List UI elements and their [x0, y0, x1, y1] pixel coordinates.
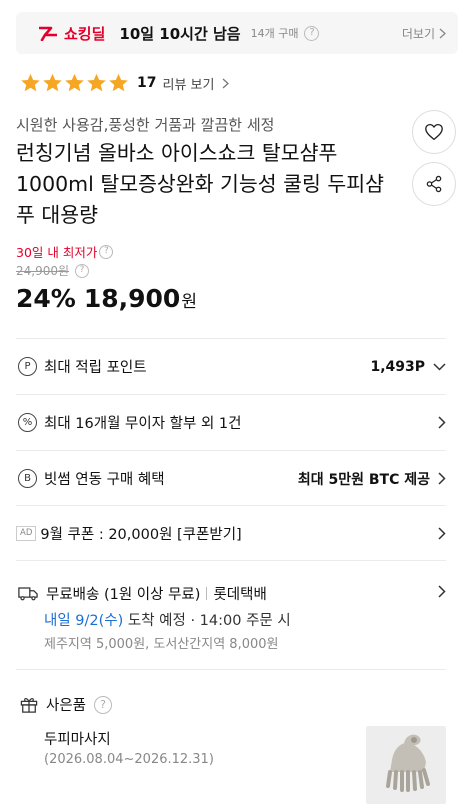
percent-icon: % — [18, 413, 37, 432]
chevron-down-icon — [433, 362, 446, 371]
shipping-label: 무료배송 (1원 이상 무료) — [46, 587, 201, 603]
chevron-right-icon — [438, 416, 446, 429]
star-rating — [20, 73, 129, 93]
shipping-courier: 롯데택배 — [213, 587, 267, 603]
deal-banner[interactable]: 쇼킹딜 10일 10시간 남음 14개 구매 ? 더보기 — [16, 12, 458, 54]
benefit-row-coupon[interactable]: AD 9월 쿠폰 : 20,000원 [쿠폰받기] — [16, 505, 446, 561]
gift-period: (2026.08.04~2026.12.31) — [44, 752, 214, 767]
deal-more-button[interactable]: 더보기 — [402, 25, 446, 42]
discount-rate: 24% — [16, 284, 76, 313]
chevron-right-icon — [438, 527, 446, 540]
benefit-row-points[interactable]: P 최대 적립 포인트 1,493P — [16, 338, 446, 394]
help-icon[interactable]: ? — [75, 263, 90, 278]
gift-image — [366, 726, 446, 804]
star-icon — [43, 73, 62, 92]
star-icon — [65, 73, 84, 92]
lowest-price-text: 30일 내 최저가 — [16, 245, 98, 260]
review-count: 17 — [137, 75, 157, 91]
share-button[interactable] — [412, 162, 456, 206]
point-icon: P — [18, 357, 37, 376]
sale-price-value: 18,900 — [83, 284, 181, 313]
shipping-extra-fee-note: 제주지역 5,000원, 도서산간지역 8,000원 — [44, 637, 279, 652]
product-subtitle: 시원한 사용감,풍성한 거품과 깔끔한 세정 — [16, 116, 275, 134]
share-icon — [426, 175, 442, 193]
star-icon — [109, 73, 128, 92]
benefit-row-installment[interactable]: % 최대 16개월 무이자 할부 외 1건 — [16, 394, 446, 450]
deal-purchase-count: 14개 구매 — [250, 27, 299, 40]
scalp-massager-image — [386, 734, 430, 792]
help-icon[interactable]: ? — [99, 244, 114, 259]
original-price-value: 24,900원 — [16, 264, 70, 278]
gift-icon — [20, 698, 38, 713]
chevron-right-icon — [438, 472, 446, 485]
chevron-right-icon — [223, 78, 230, 88]
benefit-value: 1,493P — [370, 358, 425, 375]
benefit-value: 최대 5만원 BTC 제공 — [297, 471, 430, 488]
deal-name: 쇼킹딜 — [64, 24, 106, 43]
gift-title: 사은품 — [46, 698, 87, 714]
original-price: 24,900원 ? — [16, 262, 90, 279]
benefit-label: 최대 적립 포인트 — [44, 360, 147, 376]
deal-logo: 쇼킹딜 — [38, 23, 105, 44]
benefit-row-bithumb[interactable]: B 빗썸 연동 구매 혜택 최대 5만원 BTC 제공 — [16, 450, 446, 506]
delivery-estimate: 내일 9/2(수) 도착 예정 · 14:00 주문 시 — [44, 609, 291, 630]
help-icon[interactable]: ? — [94, 695, 113, 714]
wishlist-button[interactable] — [412, 110, 456, 154]
gift-header: 사은품 ? — [20, 694, 446, 715]
product-title: 런칭기념 올바소 아이스쇼크 탈모샴푸 1000ml 탈모증상완화 기능성 쿨링… — [16, 141, 384, 227]
shipping-line: 무료배송 (1원 이상 무료) 롯데택배 — [18, 583, 267, 604]
heart-icon — [425, 123, 443, 141]
benefit-label: 최대 16개월 무이자 할부 외 1건 — [44, 416, 242, 432]
delivery-arrival: 도착 예정 · 14:00 주문 시 — [123, 613, 291, 629]
lowest-price-label: 30일 내 최저가 ? — [16, 242, 114, 261]
price-unit: 원 — [181, 292, 197, 312]
benefit-label: 빗썸 연동 구매 혜택 — [44, 472, 165, 488]
gift-name: 두피마사지 — [44, 732, 111, 748]
gift-section: 사은품 ? 두피마사지 (2026.08.04~2026.12.31) — [16, 690, 446, 804]
chevron-right-icon — [438, 585, 446, 598]
help-icon[interactable]: ? — [304, 25, 320, 41]
deal-more-label: 더보기 — [401, 26, 435, 41]
rating-summary[interactable]: 17 리뷰 보기 — [20, 72, 230, 94]
truck-icon — [18, 587, 38, 601]
deal-logo-icon — [39, 26, 57, 41]
divider — [206, 587, 208, 600]
chevron-right-icon — [439, 28, 446, 38]
deal-time-left: 10일 10시간 남음 — [119, 24, 241, 43]
benefit-label: 9월 쿠폰 : 20,000원 [쿠폰받기] — [40, 527, 242, 543]
bitcoin-icon: B — [18, 469, 37, 488]
ad-icon: AD — [16, 526, 37, 541]
shipping-info[interactable]: 무료배송 (1원 이상 무료) 롯데택배 내일 9/2(수) 도착 예정 · 1… — [16, 560, 446, 670]
review-link-label[interactable]: 리뷰 보기 — [162, 74, 214, 93]
star-icon — [21, 73, 40, 92]
sale-price: 24% 18,900 원 — [16, 284, 197, 313]
delivery-date: 내일 9/2(수) — [44, 613, 124, 629]
star-icon — [87, 73, 106, 92]
